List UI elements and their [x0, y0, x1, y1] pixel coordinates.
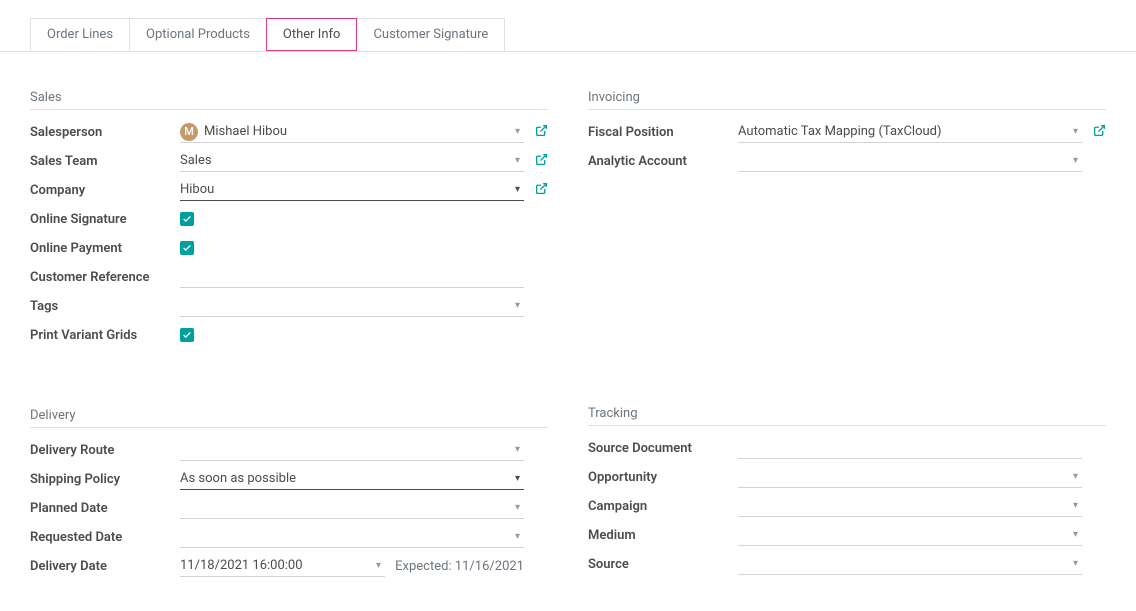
- caret-down-icon: ▾: [515, 300, 524, 311]
- caret-down-icon: ▾: [515, 473, 524, 484]
- caret-down-icon: ▾: [1073, 500, 1082, 511]
- fiscal-position-label: Fiscal Position: [588, 125, 738, 140]
- fiscal-position-external-link-icon[interactable]: [1093, 124, 1106, 141]
- planned-date-input[interactable]: ▾: [180, 497, 524, 519]
- caret-down-icon: ▾: [515, 502, 524, 513]
- caret-down-icon: ▾: [515, 184, 524, 195]
- invoicing-section-title: Invoicing: [588, 90, 1106, 110]
- source-document-input[interactable]: [738, 437, 1082, 459]
- tab-other-info[interactable]: Other Info: [266, 18, 358, 51]
- tab-optional-products[interactable]: Optional Products: [129, 18, 267, 51]
- tab-customer-signature[interactable]: Customer Signature: [356, 18, 505, 51]
- shipping-policy-input[interactable]: As soon as possible ▾: [180, 468, 524, 490]
- tab-order-lines[interactable]: Order Lines: [30, 18, 130, 51]
- delivery-date-label: Delivery Date: [30, 559, 180, 574]
- online-payment-checkbox[interactable]: [180, 241, 194, 255]
- online-signature-checkbox[interactable]: [180, 212, 194, 226]
- delivery-date-value: 11/18/2021 16:00:00: [180, 556, 303, 575]
- caret-down-icon: ▾: [515, 444, 524, 455]
- caret-down-icon: ▾: [1073, 529, 1082, 540]
- analytic-account-label: Analytic Account: [588, 154, 738, 169]
- salesperson-value: Mishael Hibou: [204, 122, 287, 141]
- customer-reference-input[interactable]: [180, 266, 524, 288]
- fiscal-position-input[interactable]: Automatic Tax Mapping (TaxCloud) ▾: [738, 121, 1082, 143]
- fiscal-position-value: Automatic Tax Mapping (TaxCloud): [738, 122, 942, 141]
- print-variant-grids-label: Print Variant Grids: [30, 328, 180, 343]
- company-label: Company: [30, 183, 180, 198]
- caret-down-icon: ▾: [515, 155, 524, 166]
- caret-down-icon: ▾: [1073, 558, 1082, 569]
- requested-date-label: Requested Date: [30, 530, 180, 545]
- opportunity-label: Opportunity: [588, 470, 738, 485]
- caret-down-icon: ▾: [1073, 471, 1082, 482]
- tracking-section-title: Tracking: [588, 406, 1106, 426]
- source-document-label: Source Document: [588, 441, 738, 456]
- sales-team-value: Sales: [180, 151, 212, 170]
- requested-date-input[interactable]: ▾: [180, 526, 524, 548]
- caret-down-icon: ▾: [1073, 126, 1082, 137]
- medium-label: Medium: [588, 528, 738, 543]
- sales-team-label: Sales Team: [30, 154, 180, 169]
- delivery-section-title: Delivery: [30, 408, 548, 428]
- tab-bar: Order Lines Optional Products Other Info…: [0, 0, 1136, 52]
- shipping-policy-value: As soon as possible: [180, 469, 296, 488]
- shipping-policy-label: Shipping Policy: [30, 472, 180, 487]
- caret-down-icon: ▾: [1073, 155, 1082, 166]
- online-payment-label: Online Payment: [30, 241, 180, 256]
- sales-team-input[interactable]: Sales ▾: [180, 150, 524, 172]
- company-value: Hibou: [180, 180, 214, 199]
- source-label: Source: [588, 557, 738, 572]
- tags-label: Tags: [30, 299, 180, 314]
- sales-team-external-link-icon[interactable]: [535, 153, 548, 170]
- company-external-link-icon[interactable]: [535, 182, 548, 199]
- salesperson-label: Salesperson: [30, 125, 180, 140]
- company-input[interactable]: Hibou ▾: [180, 179, 524, 201]
- opportunity-input[interactable]: ▾: [738, 466, 1082, 488]
- salesperson-avatar: M: [180, 123, 198, 141]
- caret-down-icon: ▾: [376, 560, 385, 571]
- salesperson-input[interactable]: M Mishael Hibou ▾: [180, 121, 524, 143]
- tags-input[interactable]: ▾: [180, 295, 524, 317]
- planned-date-label: Planned Date: [30, 501, 180, 516]
- salesperson-external-link-icon[interactable]: [535, 124, 548, 141]
- campaign-input[interactable]: ▾: [738, 495, 1082, 517]
- delivery-date-input[interactable]: 11/18/2021 16:00:00 ▾: [180, 555, 385, 577]
- customer-reference-label: Customer Reference: [30, 270, 180, 285]
- medium-input[interactable]: ▾: [738, 524, 1082, 546]
- print-variant-grids-checkbox[interactable]: [180, 328, 194, 342]
- source-input[interactable]: ▾: [738, 553, 1082, 575]
- campaign-label: Campaign: [588, 499, 738, 514]
- delivery-route-input[interactable]: ▾: [180, 439, 524, 461]
- delivery-date-expected: Expected: 11/16/2021: [385, 559, 524, 574]
- online-signature-label: Online Signature: [30, 212, 180, 227]
- caret-down-icon: ▾: [515, 531, 524, 542]
- caret-down-icon: ▾: [515, 126, 524, 137]
- analytic-account-input[interactable]: ▾: [738, 150, 1082, 172]
- sales-section-title: Sales: [30, 90, 548, 110]
- delivery-route-label: Delivery Route: [30, 443, 180, 458]
